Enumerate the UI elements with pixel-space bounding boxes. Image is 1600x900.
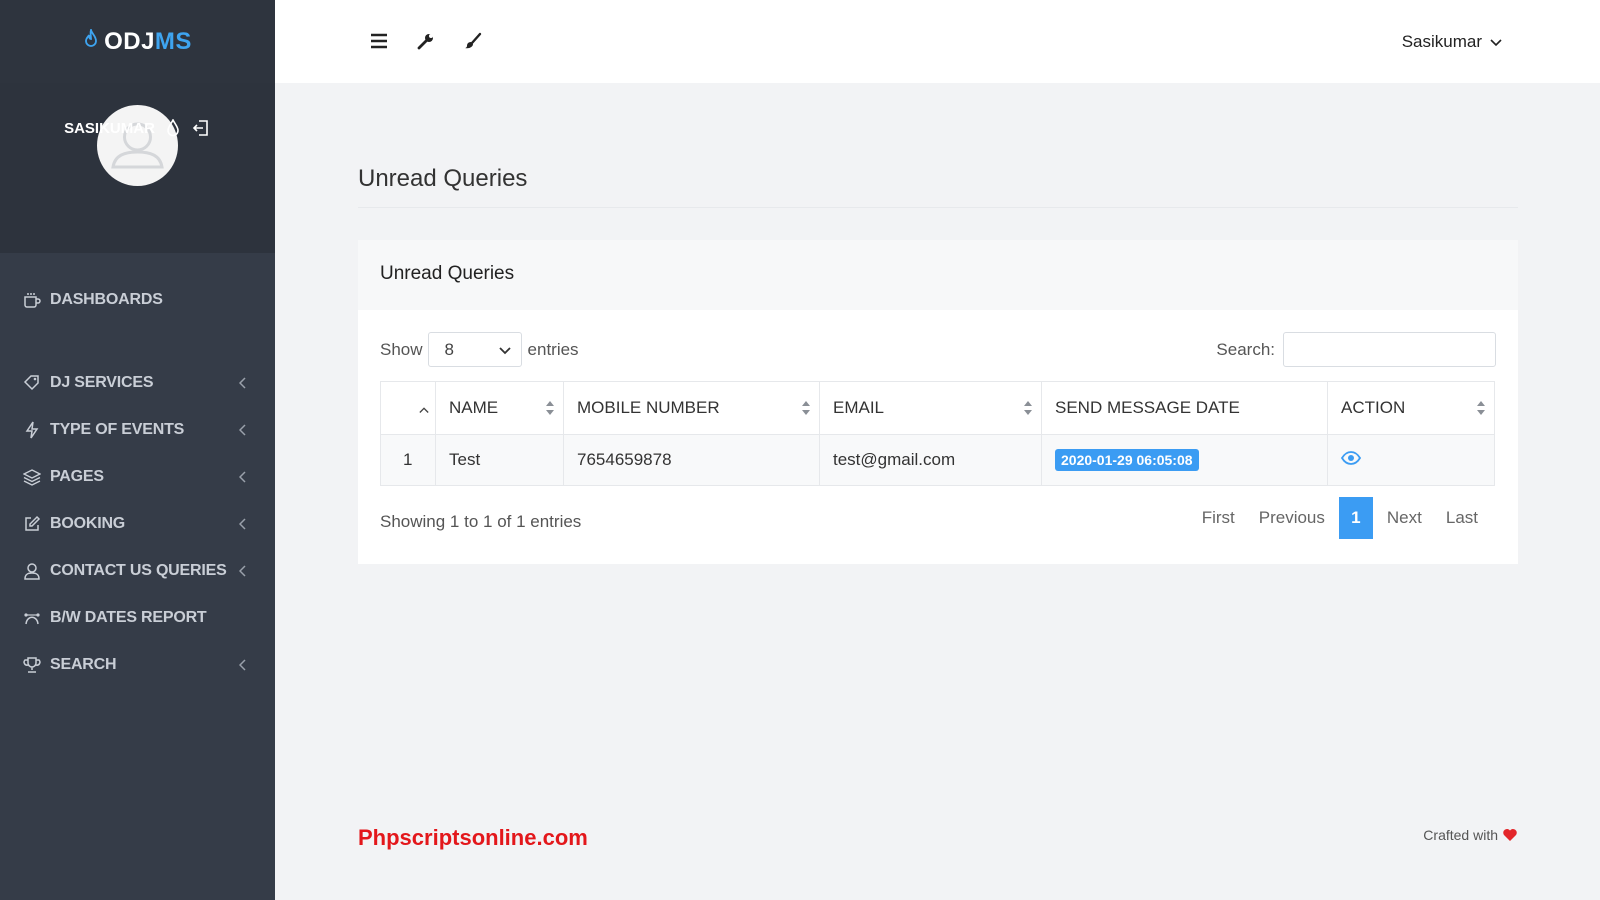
row-mobile: 7654659878	[563, 434, 820, 486]
column-header-index[interactable]	[380, 381, 436, 435]
entries-select[interactable]: 8	[427, 332, 522, 367]
unread-queries-card: Unread Queries Show 8 entries Search: NA…	[358, 240, 1518, 564]
hamburger-menu-icon[interactable]	[369, 30, 389, 52]
entries-select-value: 8	[444, 339, 454, 359]
sidebar-item-booking[interactable]: BOOKING	[0, 509, 275, 539]
brand-logo[interactable]: ODJ MS	[0, 0, 275, 83]
pagination-next[interactable]: Next	[1375, 508, 1434, 528]
user-line: SASIKUMAR	[0, 118, 275, 138]
pagination: First Previous 1 Next Last	[1190, 497, 1490, 539]
chevron-left-icon	[238, 423, 247, 441]
sidebar-item-label: PAGES	[50, 468, 104, 485]
table-row: 1 Test 7654659878 test@gmail.com 2020-01…	[380, 434, 1495, 486]
user-dropdown-label: Sasikumar	[1401, 32, 1482, 51]
droplet-icon[interactable]	[165, 119, 181, 137]
username: SASIKUMAR	[64, 119, 155, 137]
chevron-down-icon	[1490, 32, 1502, 52]
user-icon	[22, 561, 42, 581]
bezier-icon	[22, 608, 42, 628]
sidebar-item-search[interactable]: SEARCH	[0, 650, 275, 680]
brand-name-part1: ODJ	[104, 27, 155, 55]
row-name: Test	[435, 434, 564, 486]
sidebar-item-label: B/W DATES REPORT	[50, 609, 207, 626]
sidebar-item-pages[interactable]: PAGES	[0, 462, 275, 492]
search-label: Search:	[1216, 339, 1275, 359]
entries-length-control: Show 8 entries	[380, 332, 579, 367]
chevron-down-icon	[498, 340, 511, 360]
chevron-left-icon	[238, 564, 247, 582]
view-eye-icon[interactable]	[1341, 451, 1361, 465]
table-info: Showing 1 to 1 of 1 entries	[380, 512, 582, 531]
tag-icon	[22, 373, 42, 393]
chevron-left-icon	[238, 470, 247, 488]
sidebar: ODJ MS SASIKUMAR DASHBOARDS DJ SERVICES …	[0, 0, 275, 900]
sidebar-item-label: SEARCH	[50, 656, 117, 673]
row-index: 1	[380, 434, 436, 486]
card-title: Unread Queries	[358, 240, 1518, 310]
edit-icon	[22, 514, 42, 534]
user-dropdown[interactable]: Sasikumar	[1402, 32, 1502, 52]
topbar: Sasikumar	[275, 0, 1600, 83]
sort-icon	[1477, 401, 1485, 415]
show-label: Show	[380, 339, 423, 359]
sort-asc-icon	[419, 407, 429, 413]
row-action-cell	[1327, 434, 1495, 486]
wrench-icon[interactable]	[416, 30, 436, 52]
layers-icon	[22, 467, 42, 487]
sidebar-item-label: BOOKING	[50, 515, 126, 532]
sidebar-item-label: CONTACT US QUERIES	[50, 562, 227, 579]
bolt-icon	[22, 420, 42, 440]
sort-icon	[546, 401, 554, 415]
sidebar-item-contact-us-queries[interactable]: CONTACT US QUERIES	[0, 556, 275, 586]
chevron-left-icon	[238, 517, 247, 535]
chevron-left-icon	[238, 376, 247, 394]
sidebar-item-label: DASHBOARDS	[50, 291, 163, 308]
row-email: test@gmail.com	[819, 434, 1042, 486]
flame-icon	[83, 26, 99, 55]
sort-icon	[1024, 401, 1032, 415]
pagination-last[interactable]: Last	[1434, 508, 1490, 528]
search-input[interactable]	[1283, 332, 1496, 367]
page-title: Unread Queries	[358, 165, 528, 192]
table-search: Search:	[1216, 332, 1496, 367]
queries-table: NAME MOBILE NUMBER EMAIL SEND MESSAGE DA…	[380, 381, 1495, 486]
footer-credit-text: Crafted with	[1423, 827, 1498, 843]
sort-icon	[802, 401, 810, 415]
row-date-cell: 2020-01-29 06:05:08	[1041, 434, 1328, 486]
footer-brand-link[interactable]: Phpscriptsonline.com	[358, 825, 588, 851]
divider	[358, 207, 1518, 208]
column-header-email[interactable]: EMAIL	[819, 381, 1042, 435]
sidebar-item-type-of-events[interactable]: TYPE OF EVENTS	[0, 415, 275, 445]
brand-name-part2: MS	[154, 27, 192, 55]
pagination-current-page[interactable]: 1	[1338, 497, 1373, 539]
sidebar-item-label: DJ SERVICES	[50, 374, 154, 391]
column-header-name[interactable]: NAME	[435, 381, 564, 435]
pagination-first[interactable]: First	[1190, 508, 1247, 528]
sidebar-item-dashboards[interactable]: DASHBOARDS	[0, 285, 275, 315]
entries-label: entries	[527, 339, 579, 359]
trophy-icon	[22, 655, 42, 675]
pagination-previous[interactable]: Previous	[1247, 508, 1337, 528]
chevron-left-icon	[238, 658, 247, 676]
sidebar-item-bw-dates-report[interactable]: B/W DATES REPORT	[0, 603, 275, 633]
coffee-icon	[22, 290, 42, 310]
footer-credit: Crafted with	[1423, 827, 1518, 843]
date-badge: 2020-01-29 06:05:08	[1055, 449, 1199, 471]
column-header-mobile-number[interactable]: MOBILE NUMBER	[563, 381, 820, 435]
sidebar-item-dj-services[interactable]: DJ SERVICES	[0, 368, 275, 398]
user-profile	[0, 83, 275, 253]
paintbrush-icon[interactable]	[463, 30, 483, 52]
logout-icon[interactable]	[191, 118, 211, 138]
column-header-send-message-date[interactable]: SEND MESSAGE DATE	[1041, 381, 1328, 435]
sidebar-item-label: TYPE OF EVENTS	[50, 421, 185, 438]
column-header-action[interactable]: ACTION	[1327, 381, 1495, 435]
heart-icon	[1502, 828, 1518, 842]
table-header-row: NAME MOBILE NUMBER EMAIL SEND MESSAGE DA…	[380, 381, 1495, 435]
